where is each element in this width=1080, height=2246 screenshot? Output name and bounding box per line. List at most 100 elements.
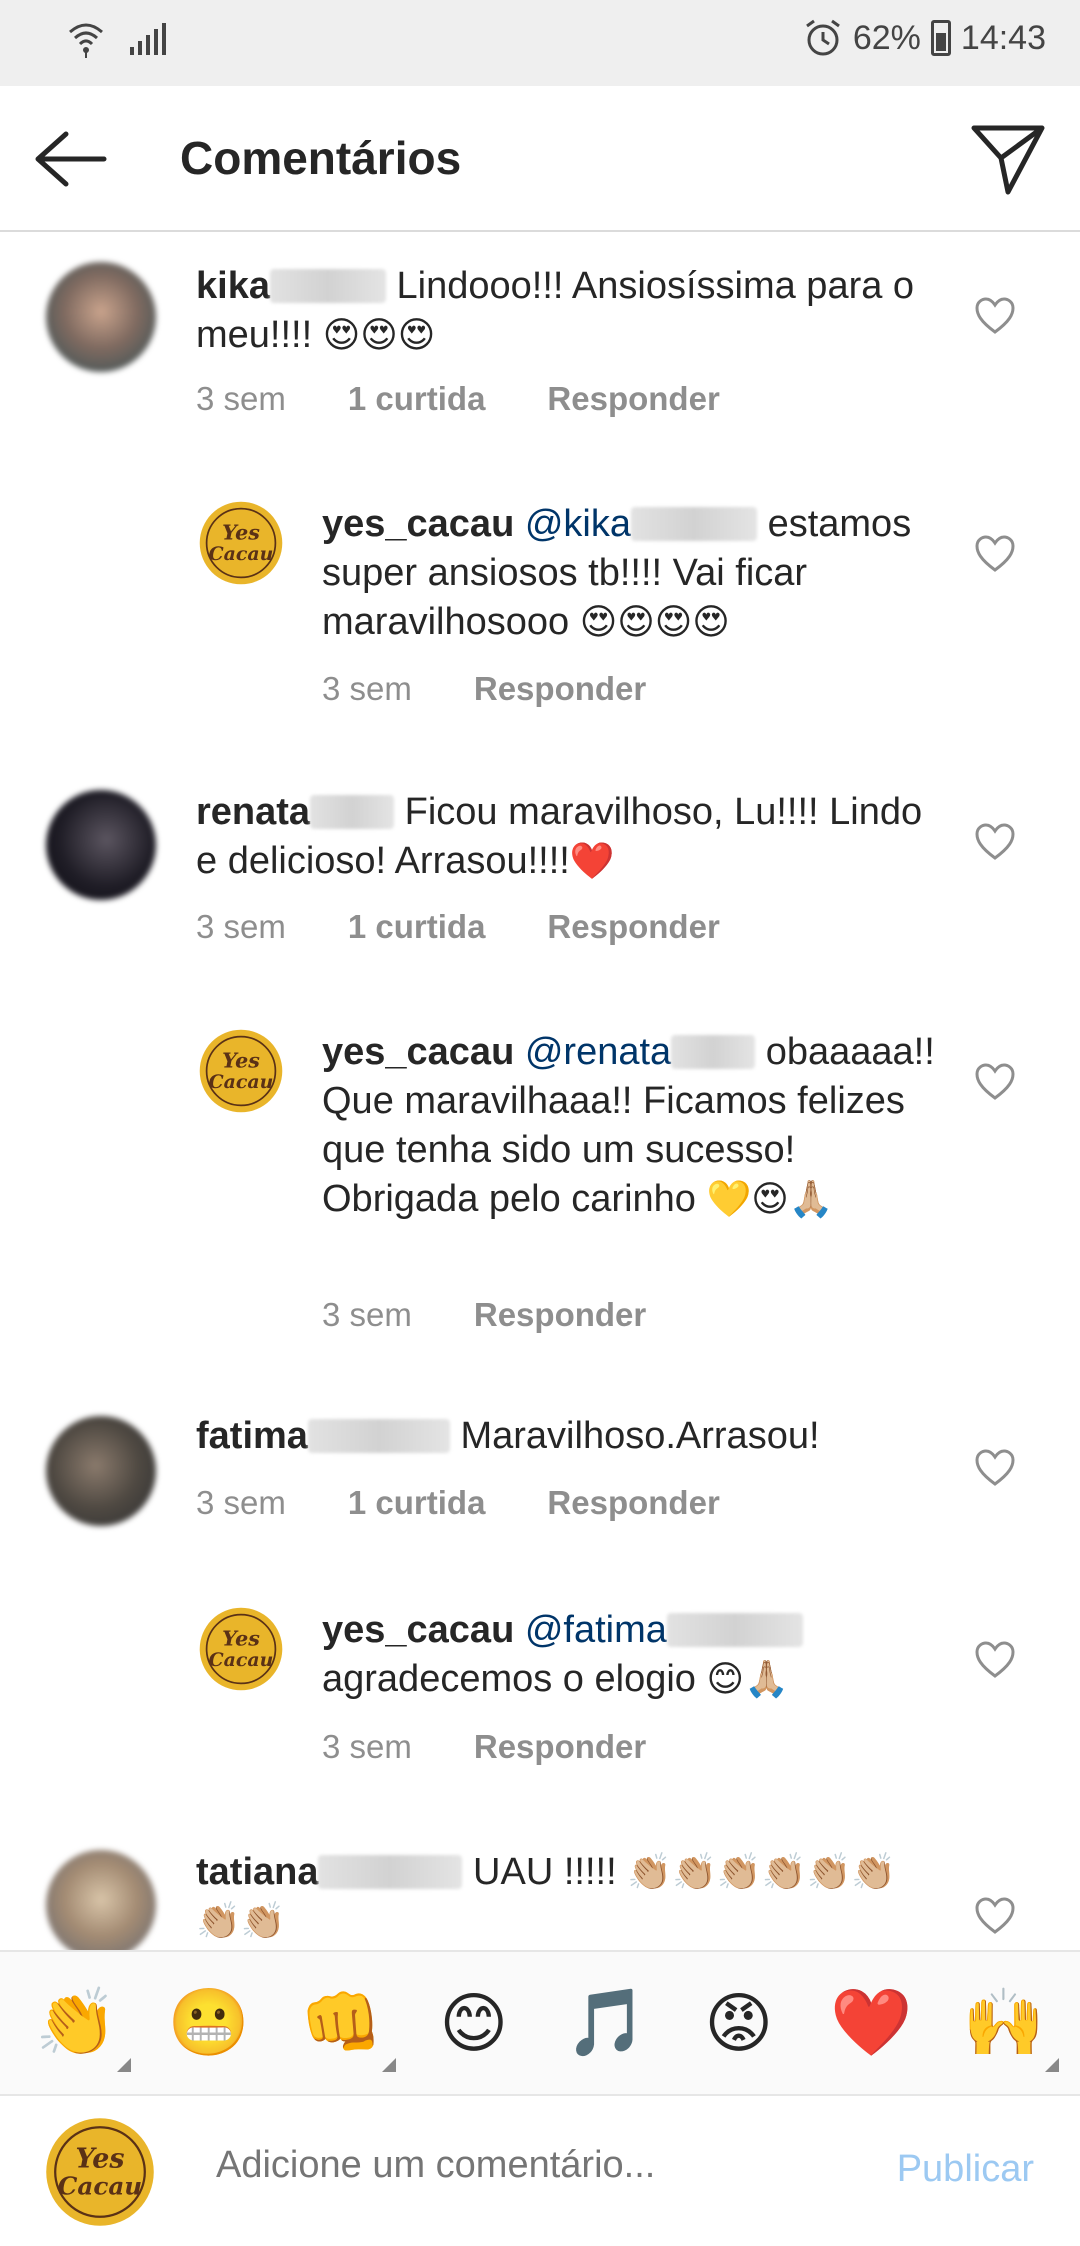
reply-button[interactable]: Responder xyxy=(474,1296,646,1334)
comment-username[interactable]: yes_cacau xyxy=(322,1031,514,1073)
heart-icon[interactable] xyxy=(974,296,1016,336)
comment-username[interactable]: yes_cacau xyxy=(322,1609,514,1651)
heart-icon[interactable] xyxy=(974,1448,1016,1488)
comment-likes[interactable]: 1 curtida xyxy=(348,908,486,946)
raised-hands-emoji-button[interactable]: 🙌 xyxy=(949,1968,1059,2078)
yes-cacau-logo: Yes Cacau xyxy=(199,1607,283,1691)
page-title: Comentários xyxy=(180,132,462,184)
yes-cacau-logo: Yes Cacau xyxy=(46,2118,154,2226)
yes-cacau-logo: Yes Cacau xyxy=(199,501,283,585)
heart-icon[interactable] xyxy=(974,822,1016,862)
svg-text:Cacau: Cacau xyxy=(58,2171,142,2200)
raised-hands-icon: 🙌 xyxy=(962,1984,1045,2061)
mention-text[interactable]: @renata xyxy=(525,1031,671,1073)
comment-time: 3 sem xyxy=(322,670,412,707)
comment-composer: Yes Cacau Publicar xyxy=(0,2096,1080,2246)
back-arrow-icon[interactable] xyxy=(30,124,110,194)
mention-text[interactable]: @fatima xyxy=(525,1609,667,1651)
svg-text:Yes: Yes xyxy=(75,2144,124,2175)
redacted-name xyxy=(318,1855,463,1889)
comment-username[interactable]: kika xyxy=(196,265,270,307)
svg-text:Cacau: Cacau xyxy=(209,1071,274,1093)
avatar[interactable] xyxy=(46,1850,156,1950)
comment-text: fatima Maravilhoso.Arrasou! xyxy=(196,1412,926,1461)
redacted-name xyxy=(269,269,386,303)
comment-likes[interactable]: 1 curtida xyxy=(348,380,486,418)
svg-text:Yes: Yes xyxy=(222,1627,260,1651)
avatar[interactable] xyxy=(46,262,156,372)
status-left xyxy=(66,18,168,58)
comment-message: UAU !!!!! xyxy=(473,1851,617,1893)
redacted-name xyxy=(666,1613,803,1647)
comment-text: kika Lindooo!!! Ansiosíssima para o meu!… xyxy=(196,262,926,360)
avatar[interactable] xyxy=(46,1416,156,1526)
comment-emojis: 😍😍😍 xyxy=(322,315,436,356)
heart-emoji-button[interactable]: ❤️ xyxy=(816,1968,926,2078)
clock: 14:43 xyxy=(960,18,1046,57)
signal-icon xyxy=(130,23,166,55)
comments-list[interactable]: kika Lindooo!!! Ansiosíssima para o meu!… xyxy=(0,232,1080,1950)
comment-meta: 3 sem 1 curtida Responder xyxy=(196,1484,720,1522)
mention-link[interactable]: @renata xyxy=(525,1031,756,1073)
reply-button[interactable]: Responder xyxy=(474,670,646,708)
smile-emoji-button[interactable]: 😊 xyxy=(419,1968,529,2078)
comment-time: 3 sem xyxy=(322,1728,412,1765)
comment-meta: 3 sem Responder xyxy=(322,1728,646,1766)
heart-icon[interactable] xyxy=(974,534,1016,574)
variant-indicator xyxy=(382,2058,397,2072)
redacted-name xyxy=(307,1419,450,1453)
redacted-name xyxy=(631,507,758,541)
svg-text:Yes: Yes xyxy=(222,1049,260,1073)
reply-button[interactable]: Responder xyxy=(547,908,719,946)
mention-link[interactable]: @fatima xyxy=(525,1609,803,1651)
redacted-name xyxy=(671,1035,756,1069)
comment-text: renata Ficou maravilhoso, Lu!!!! Lindo e… xyxy=(196,788,926,886)
variant-indicator xyxy=(1044,2058,1059,2072)
music-note-icon: 🎵 xyxy=(565,1984,648,2061)
comment-meta: 3 sem 1 curtida Responder xyxy=(196,908,720,946)
angry-emoji-button[interactable]: 😡 xyxy=(684,1968,794,2078)
alarm-icon xyxy=(805,19,840,56)
comment-text: yes_cacau @renata obaaaaa!! Que maravilh… xyxy=(322,1028,942,1224)
avatar[interactable] xyxy=(46,790,156,900)
avatar[interactable]: Yes Cacau xyxy=(198,1606,284,1692)
comment-time: 3 sem xyxy=(196,1484,286,1521)
music-emoji-button[interactable]: 🎵 xyxy=(551,1968,661,2078)
clapping-hands-emoji-button[interactable]: 👏 xyxy=(21,1968,132,2078)
reply-button[interactable]: Responder xyxy=(547,1484,719,1522)
reply-button[interactable]: Responder xyxy=(474,1728,646,1766)
avatar[interactable]: Yes Cacau xyxy=(198,1028,284,1114)
reply-button[interactable]: Responder xyxy=(547,380,719,418)
mention-link[interactable]: @kika xyxy=(525,503,758,545)
grimacing-emoji-button[interactable]: 😬 xyxy=(154,1968,264,2078)
heart-icon[interactable] xyxy=(974,1062,1016,1102)
fist-emoji-button[interactable]: 👊 xyxy=(286,1968,397,2078)
header: Comentários xyxy=(0,86,1080,232)
comment-input[interactable] xyxy=(216,2144,836,2187)
comment-emojis: 😍😍😍😍 xyxy=(579,602,730,643)
battery-percent: 62% xyxy=(852,18,921,57)
battery-icon xyxy=(930,20,951,56)
clapping-hands-icon: 👏 xyxy=(35,1984,118,2061)
comment-meta: 3 sem Responder xyxy=(322,1296,646,1334)
publish-button[interactable]: Publicar xyxy=(897,2148,1034,2191)
avatar[interactable]: Yes Cacau xyxy=(198,500,284,586)
comment-username[interactable]: fatima xyxy=(196,1415,308,1457)
comment-time: 3 sem xyxy=(322,1296,412,1333)
comment-meta: 3 sem Responder xyxy=(322,670,646,708)
heart-icon[interactable] xyxy=(974,1640,1016,1680)
mention-text[interactable]: @kika xyxy=(525,503,631,545)
heart-icon[interactable] xyxy=(974,1896,1016,1936)
comment-message: Maravilhoso.Arrasou! xyxy=(460,1415,820,1457)
comment-likes[interactable]: 1 curtida xyxy=(348,1484,486,1522)
fist-icon: 👊 xyxy=(300,1984,383,2061)
variant-indicator xyxy=(117,2058,132,2072)
comment-meta: 3 sem 1 curtida Responder xyxy=(196,380,720,418)
direct-send-icon[interactable] xyxy=(968,120,1048,198)
comment-username[interactable]: yes_cacau xyxy=(322,503,514,545)
smiling-face-icon: 😊 xyxy=(439,1984,509,2062)
comment-username[interactable]: renata xyxy=(196,791,310,833)
comment-emojis: 😊🙏🏼 xyxy=(706,1659,789,1700)
comment-username[interactable]: tatiana xyxy=(196,1851,318,1893)
grimacing-face-icon: 😬 xyxy=(167,1984,250,2061)
